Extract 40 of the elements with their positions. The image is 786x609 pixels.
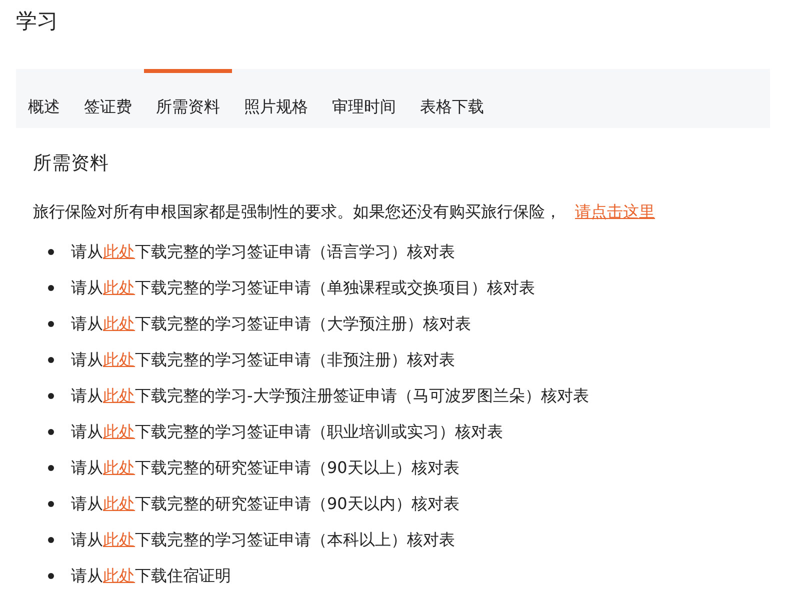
page-title: 学习 <box>16 8 59 35</box>
list-item-text: 请从此处下载完整的研究签证申请（90天以内）核对表 <box>71 494 460 514</box>
bullet-icon <box>48 321 54 327</box>
link[interactable]: 此处 <box>103 386 135 404</box>
tab[interactable]: 概述 <box>16 69 72 128</box>
list-item-text: 请从此处下载完整的学习签证申请（职业培训或实习）核对表 <box>71 422 503 442</box>
list-item-text: 请从此处下载住宿证明 <box>71 566 231 586</box>
list-item-text: 请从此处下载完整的学习-大学预注册签证申请（马可波罗图兰朵）核对表 <box>71 386 589 406</box>
bullet-icon <box>48 393 54 399</box>
link[interactable]: 此处 <box>103 422 135 440</box>
list-item-text: 请从此处下载完整的学习签证申请（非预注册）核对表 <box>71 350 455 370</box>
tab[interactable]: 表格下载 <box>408 69 496 128</box>
link[interactable]: 此处 <box>103 314 135 332</box>
list-item-text: 请从此处下载完整的学习签证申请（语言学习）核对表 <box>71 242 455 262</box>
tab[interactable]: 审理时间 <box>320 69 408 128</box>
tab[interactable]: 签证费 <box>72 69 144 128</box>
link[interactable]: 此处 <box>103 458 135 476</box>
bullet-icon <box>48 429 54 435</box>
list-item-text: 请从此处下载完整的研究签证申请（90天以上）核对表 <box>71 458 460 478</box>
list-item-text: 请从此处下载完整的学习签证申请（单独课程或交换项目）核对表 <box>71 278 535 298</box>
tab[interactable]: 所需资料 <box>144 69 232 128</box>
bullet-icon <box>48 357 54 363</box>
link[interactable]: 此处 <box>103 278 135 296</box>
link[interactable]: 此处 <box>103 242 135 260</box>
tab[interactable]: 照片规格 <box>232 69 320 128</box>
link[interactable]: 请点击这里 <box>575 202 655 221</box>
bullet-icon <box>48 501 54 507</box>
list-item-text: 请从此处下载完整的学习签证申请（本科以上）核对表 <box>71 530 455 550</box>
bullet-icon <box>48 465 54 471</box>
link[interactable]: 此处 <box>103 350 135 368</box>
bullet-icon <box>48 537 54 543</box>
intro-text: 旅行保险对所有申根国家都是强制性的要求。如果您还没有购买旅行保险， 请点击这里 <box>33 201 656 223</box>
bullet-icon <box>48 573 54 579</box>
bullet-icon <box>48 285 54 291</box>
link[interactable]: 此处 <box>103 530 135 548</box>
bullet-icon <box>48 249 54 255</box>
list-item-text: 请从此处下载完整的学习签证申请（大学预注册）核对表 <box>71 314 471 334</box>
link[interactable]: 此处 <box>103 494 135 512</box>
link[interactable]: 此处 <box>103 566 135 584</box>
section-title: 所需资料 <box>33 152 110 176</box>
